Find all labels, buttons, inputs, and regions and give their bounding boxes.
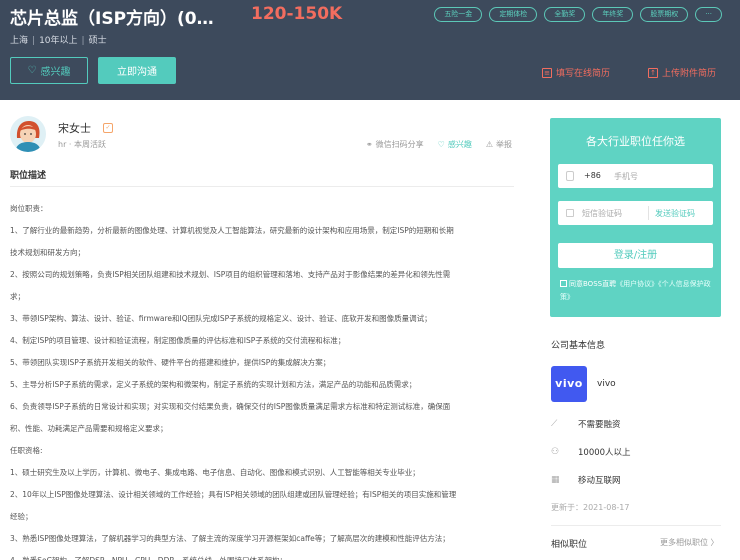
company-logo[interactable]: vivo (551, 366, 587, 402)
wechat-share-label: 微信扫码分享 (375, 140, 424, 149)
warning-icon: ⚠ (485, 140, 493, 149)
description-line: 求； (10, 292, 25, 301)
job-header-banner: 芯片总监（ISP方向）(0… 120-150K 上海 | 10年以上 | 硕士 五险一金… (0, 0, 740, 100)
recruiter-name: 宋女士 (58, 122, 91, 135)
sms-code-input[interactable]: 短信验证码 发送验证码 (558, 201, 713, 225)
grid-icon: ▦ (551, 475, 560, 485)
heart-icon: ♡ (437, 140, 445, 149)
upload-resume-link[interactable]: ↑ 上传附件简历 (648, 66, 716, 79)
benefit-tag: 全勤奖 (544, 7, 586, 22)
description-line: 岗位职责： (10, 204, 48, 213)
description-line: 3、带领ISP架构、算法、设计、验证、firmware和IQ团队完成ISP子系统… (10, 314, 432, 323)
description-line: 4、制定ISP的项目管理、设计和验证流程，制定图像质量的评估标准和ISP子系统的… (10, 336, 346, 345)
job-description: 岗位职责： 1、了解行业的最新趋势，分析最新的图像处理、计算机视觉及人工智能算法… (10, 198, 520, 560)
send-code-button[interactable]: 发送验证码 (655, 208, 695, 219)
more-similar-jobs-link[interactable]: 更多相似职位 〉 (660, 537, 719, 548)
interest-button-label: 感兴趣 (40, 67, 71, 78)
similar-jobs-heading: 相似职位 (551, 540, 588, 550)
agree-checkbox[interactable] (560, 280, 567, 287)
description-line: 5、主导分析ISP子系统的需求，定义子系统的架构和微架构，制定子系统的实现计划和… (10, 380, 417, 389)
more-tags-button[interactable]: ··· (695, 7, 722, 22)
description-line: 1、了解行业的最新趋势，分析最新的图像处理、计算机视觉及人工智能算法，研究最新的… (10, 226, 454, 235)
description-line: 1、硕士研究生及以上学历，计算机、微电子、集成电路、电子信息、自动化、图像和模式… (10, 468, 420, 477)
divider (10, 186, 514, 187)
financing-value: 不需要融资 (578, 420, 621, 430)
people-icon: ⚇ (551, 447, 560, 457)
interest-button[interactable]: ♡ 感兴趣 (10, 57, 88, 84)
section-title: 职位描述 (10, 171, 47, 181)
avatar (10, 116, 46, 152)
benefit-tags: 五险一金 定期体检 全勤奖 年终奖 股票期权 ··· (434, 7, 722, 22)
benefit-tag: 定期体检 (489, 7, 538, 22)
report-button[interactable]: ⚠ 举报 (486, 139, 512, 150)
industry-value: 移动互联网 (578, 476, 621, 486)
company-industry: ▦ 移动互联网 (551, 474, 621, 486)
company-info-heading: 公司基本信息 (551, 341, 606, 351)
benefit-tag: 股票期权 (640, 7, 689, 22)
description-line: 2、按照公司的规划策略，负责ISP相关团队组建和技术规划、ISP项目的组织管理和… (10, 270, 451, 279)
divider (648, 206, 649, 220)
job-meta: 上海 | 10年以上 | 硕士 (10, 33, 107, 46)
description-line: 任职资格: (10, 446, 43, 455)
meta-separator: | (32, 36, 36, 46)
shield-icon (566, 209, 574, 217)
verified-badge-icon: ✓ (103, 123, 113, 133)
login-register-button[interactable]: 登录/注册 (558, 243, 713, 268)
phone-icon (566, 171, 574, 181)
recruiter-status: hr · 本周活跃 (58, 139, 106, 150)
job-detail: 宋女士 ✓ hr · 本周活跃 ⚭ 微信扫码分享 ♡ 感兴趣 ⚠ 举报 职位描述 岗位… (0, 100, 528, 560)
country-code-select[interactable]: +86 (584, 171, 601, 180)
chart-icon: ⟋ (551, 419, 558, 429)
agree-text: 同意BOSS直聘 (569, 280, 617, 288)
company-financing: ⟋ 不需要融资 (551, 418, 621, 430)
description-line: 5、带领团队实现ISP子系统开发相关的软件、硬件平台的搭建和维护，提供ISP的集… (10, 358, 331, 367)
phone-input[interactable]: +86 手机号 (558, 164, 713, 188)
description-line: 4、熟悉SoC架构，了解DSP、NPU、CPU、DDR、系统总线、外围接口体系架… (10, 550, 520, 560)
company-name[interactable]: vivo (597, 379, 616, 389)
sms-code-placeholder: 短信验证码 (582, 209, 622, 218)
description-line: 6、负责领导ISP子系统的日常设计和实现；对实现和交付结果负责，确保交付的ISP… (10, 402, 451, 411)
job-city: 上海 (10, 36, 29, 46)
benefit-tag: 五险一金 (434, 7, 483, 22)
upload-icon: ↑ (648, 67, 658, 78)
upload-resume-label: 上传附件简历 (662, 69, 717, 79)
online-resume-link[interactable]: ≡ 填写在线简历 (542, 66, 610, 79)
job-education: 硕士 (88, 36, 107, 46)
description-line: 技术规划和研发方向； (10, 248, 85, 257)
heart-icon: ♡ (27, 65, 37, 76)
salary: 120-150K (251, 4, 343, 24)
avatar-illustration (10, 116, 46, 152)
job-ops: ⚭ 微信扫码分享 ♡ 感兴趣 ⚠ 举报 (366, 139, 512, 150)
size-value: 10000人以上 (578, 448, 631, 458)
link-icon: ⚭ (365, 140, 373, 149)
recruiter-active: 本周活跃 (74, 140, 106, 149)
job-experience: 10年以上 (39, 36, 78, 46)
login-card: 各大行业职位任你选 +86 手机号 短信验证码 发送验证码 登录/注册 同意BO… (550, 118, 721, 317)
login-card-title: 各大行业职位任你选 (586, 135, 685, 148)
description-line: 3、熟悉ISP图像处理算法，了解机器学习的典型方法、了解主流的深度学习开源框架如… (10, 534, 450, 543)
description-line: 经验； (10, 512, 33, 521)
phone-placeholder: 手机号 (614, 172, 638, 181)
benefit-tag: 年终奖 (592, 7, 634, 22)
divider (551, 525, 721, 526)
edit-icon: ≡ (542, 67, 552, 78)
user-agreement-link[interactable]: 《用户协议》 (616, 280, 658, 288)
wechat-share-button[interactable]: ⚭ 微信扫码分享 (366, 139, 424, 150)
description-line: 积、性能、功耗满足产品需要和规格定义要求； (10, 424, 168, 433)
description-line: 2、10年以上ISP图像处理算法、设计相关领域的工作经验；具有ISP相关领域的团… (10, 490, 457, 499)
meta-separator: · (66, 140, 74, 149)
chat-now-button[interactable]: 立即沟通 (98, 57, 176, 84)
meta-separator: | (81, 36, 85, 46)
update-time: 更新于：2021-08-17 (551, 503, 630, 512)
agreement: 同意BOSS直聘《用户协议》《个人信息保护政策》 (560, 278, 715, 304)
interest-toggle[interactable]: ♡ 感兴趣 (438, 139, 472, 150)
report-label: 举报 (496, 140, 512, 149)
interest-toggle-label: 感兴趣 (447, 140, 472, 149)
online-resume-label: 填写在线简历 (556, 69, 611, 79)
company-size: ⚇ 10000人以上 (551, 446, 631, 458)
job-title: 芯片总监（ISP方向）(0… (10, 9, 214, 29)
